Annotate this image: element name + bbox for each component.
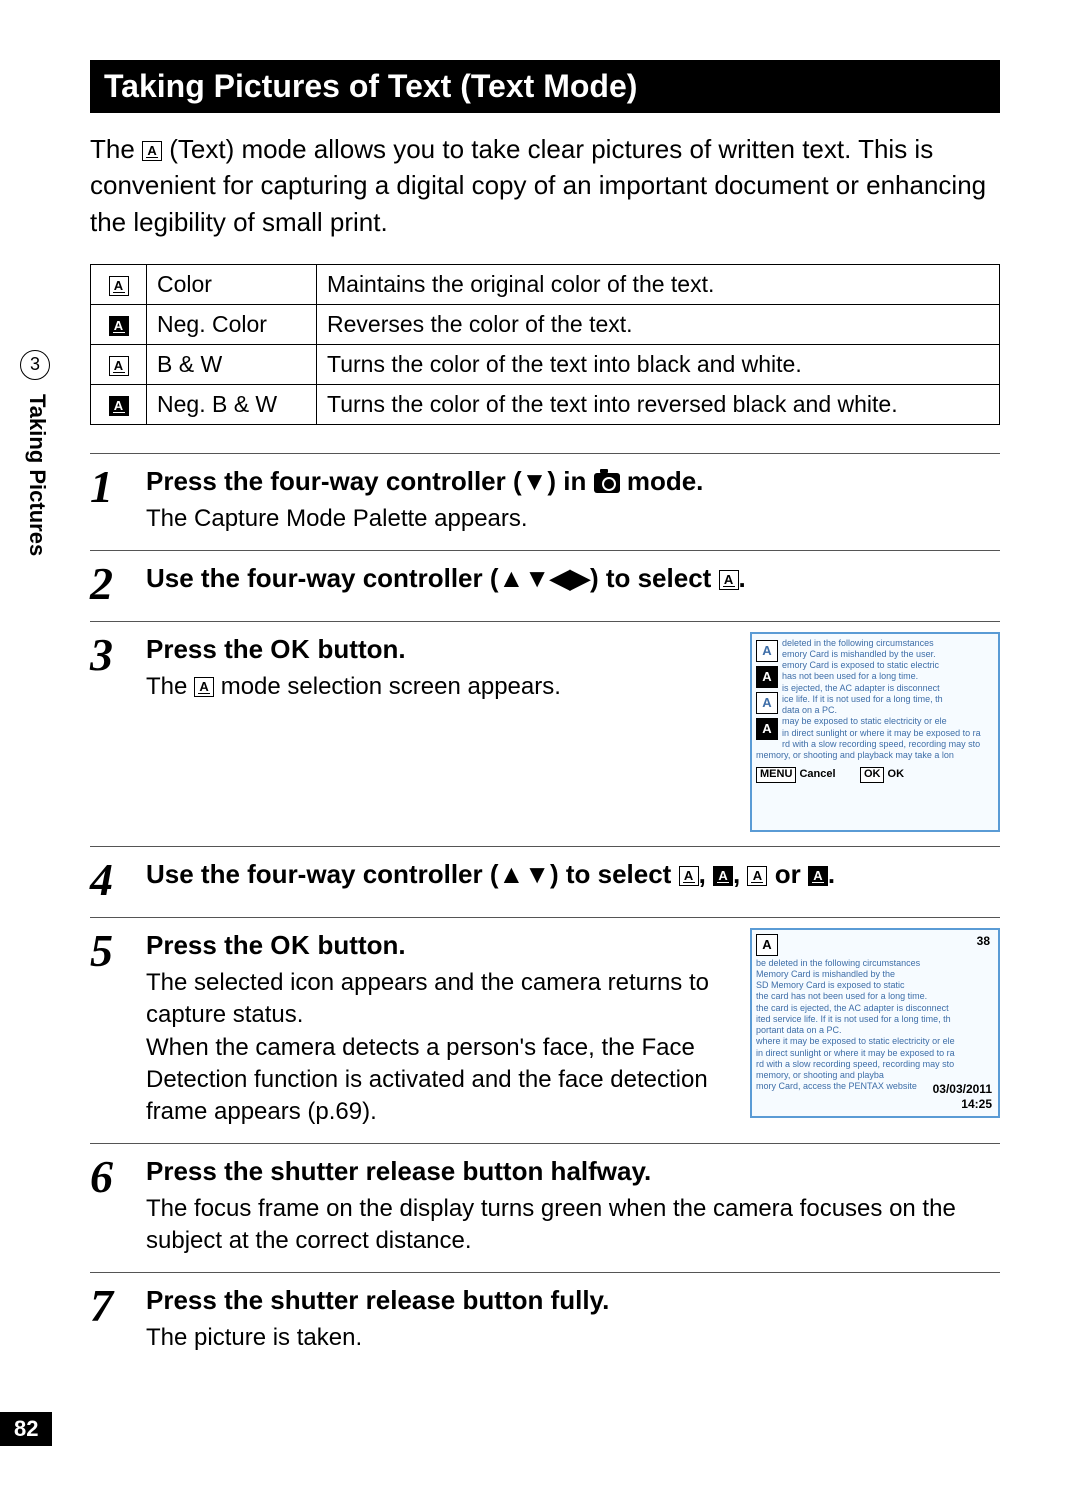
mode-name: Neg. B & W: [147, 385, 317, 425]
intro-text: The A (Text) mode allows you to take cle…: [90, 131, 1000, 240]
step-number: 4: [90, 857, 146, 903]
step-heading: .: [828, 859, 835, 889]
step-heading: Use the four-way controller (▲▼) to sele…: [146, 859, 679, 889]
step-3: 3 Press the OK button. The A mode select…: [90, 621, 1000, 846]
step-heading: Press the shutter release button halfway…: [146, 1154, 1000, 1189]
camera-icon: [594, 473, 620, 493]
chapter-chip: 3: [20, 350, 50, 380]
step-heading: .: [739, 563, 746, 593]
table-row: A Neg. Color Reverses the color of the t…: [91, 305, 1000, 345]
manual-page: 3 Taking Pictures 82 Taking Pictures of …: [0, 0, 1080, 1486]
screen-time: 14:25: [933, 1097, 992, 1112]
step-6: 6 Press the shutter release button halfw…: [90, 1143, 1000, 1272]
text-mode-icon: A: [719, 570, 739, 590]
mode-name: Neg. Color: [147, 305, 317, 345]
text-color-icon: A: [109, 276, 129, 296]
text-mode-option-icon: A: [756, 718, 778, 740]
mode-desc: Maintains the original color of the text…: [317, 265, 1000, 305]
cancel-label: Cancel: [799, 768, 835, 780]
step-2: 2 Use the four-way controller (▲▼◀▶) to …: [90, 550, 1000, 621]
step-1: 1 Press the four-way controller (▼) in m…: [90, 453, 1000, 549]
mode-table: A Color Maintains the original color of …: [90, 264, 1000, 425]
mode-desc: Reverses the color of the text.: [317, 305, 1000, 345]
mode-name: Color: [147, 265, 317, 305]
text-mode-icon: A: [142, 141, 162, 161]
sep: ,: [733, 859, 747, 889]
step-heading: button.: [310, 930, 405, 960]
step-heading: Press the shutter release button fully.: [146, 1283, 1000, 1318]
page-number: 82: [0, 1412, 52, 1446]
mode-name: B & W: [147, 345, 317, 385]
step-desc: mode selection screen appears.: [221, 673, 561, 700]
text-mode-option-icon: A: [756, 640, 778, 662]
table-row: A B & W Turns the color of the text into…: [91, 345, 1000, 385]
screen-bg-text: deleted in the following circumstances e…: [756, 638, 994, 762]
text-mode-icon: A: [194, 677, 214, 697]
text-negbw-icon: A: [109, 396, 129, 416]
step-5: 5 Press the OK button. The selected icon…: [90, 917, 1000, 1143]
step-number: 2: [90, 561, 146, 607]
step-desc: The selected icon appears and the camera…: [146, 967, 736, 1129]
ok-label: OK: [888, 768, 905, 780]
text-mode-option-icon: A: [756, 666, 778, 688]
step-number: 1: [90, 464, 146, 535]
step-7: 7 Press the shutter release button fully…: [90, 1272, 1000, 1368]
step-number: 5: [90, 928, 146, 1129]
step-heading: Press the four-way controller (▼) in: [146, 466, 594, 496]
step-heading: Press the: [146, 634, 270, 664]
step-number: 6: [90, 1154, 146, 1258]
text-negbw-icon: A: [808, 866, 828, 886]
step-desc: The Capture Mode Palette appears.: [146, 503, 1000, 535]
table-row: A Color Maintains the original color of …: [91, 265, 1000, 305]
screen-bg-text: be deleted in the following circumstance…: [756, 958, 994, 1093]
step-heading: mode.: [627, 466, 704, 496]
text-mode-icon: A: [756, 934, 778, 956]
ok-label: OK: [860, 767, 885, 783]
step-heading: button.: [310, 634, 405, 664]
step-list: 1 Press the four-way controller (▼) in m…: [90, 453, 1000, 1368]
step-heading: Press the: [146, 930, 270, 960]
step-desc: The focus frame on the display turns gre…: [146, 1193, 1000, 1258]
text-bw-icon: A: [747, 866, 767, 886]
step-number: 7: [90, 1283, 146, 1354]
intro-post: (Text) mode allows you to take clear pic…: [90, 134, 986, 237]
mode-desc: Turns the color of the text into reverse…: [317, 385, 1000, 425]
side-tab: 3 Taking Pictures: [0, 350, 58, 1486]
step-4: 4 Use the four-way controller (▲▼) to se…: [90, 846, 1000, 917]
table-row: A Neg. B & W Turns the color of the text…: [91, 385, 1000, 425]
menu-label: MENU: [756, 767, 796, 783]
lcd-screen-preview: 38 A be deleted in the following circums…: [750, 928, 1000, 1118]
mode-desc: Turns the color of the text into black a…: [317, 345, 1000, 385]
sep: ,: [699, 859, 713, 889]
text-negcolor-icon: A: [109, 316, 129, 336]
shots-remaining: 38: [977, 934, 990, 949]
ok-label: OK: [270, 634, 310, 664]
step-heading: Use the four-way controller (▲▼◀▶) to se…: [146, 563, 719, 593]
text-negcolor-icon: A: [713, 866, 733, 886]
screen-date: 03/03/2011: [933, 1082, 992, 1097]
page-title: Taking Pictures of Text (Text Mode): [90, 60, 1000, 113]
text-color-icon: A: [679, 866, 699, 886]
step-desc: The picture is taken.: [146, 1322, 1000, 1354]
lcd-screen-preview: A A A A deleted in the following circums…: [750, 632, 1000, 832]
or: or: [767, 859, 807, 889]
text-bw-icon: A: [109, 356, 129, 376]
chapter-label: Taking Pictures: [24, 394, 50, 556]
ok-label: OK: [270, 930, 310, 960]
text-mode-option-icon: A: [756, 692, 778, 714]
step-desc: The: [146, 673, 194, 700]
intro-pre: The: [90, 134, 142, 164]
step-number: 3: [90, 632, 146, 832]
